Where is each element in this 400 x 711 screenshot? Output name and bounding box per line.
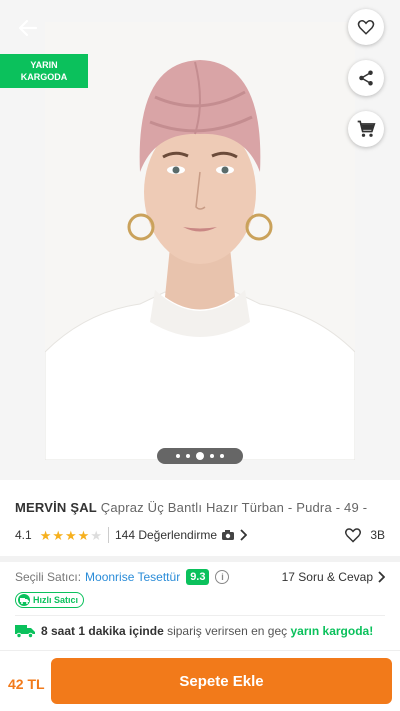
delivery-text: sipariş verirsen en geç (167, 624, 288, 638)
qa-label: 17 Soru & Cevap (281, 570, 373, 584)
back-button[interactable] (14, 14, 42, 42)
rating-value: 4.1 (15, 528, 32, 542)
tomorrow-cargo-badge: YARIN KARGODA (0, 54, 88, 88)
product-gallery[interactable]: YARIN KARGODA (0, 0, 400, 480)
camera-icon (222, 530, 235, 540)
delivery-info: 8 saat 1 dakika içinde sipariş verirsen … (15, 622, 385, 640)
product-title: MERVİN ŞAL Çapraz Üç Bantlı Hazır Türban… (15, 500, 390, 515)
favorite-count[interactable]: 3B (344, 527, 385, 543)
product-name: Çapraz Üç Bantlı Hazır Türban - Pudra - … (100, 500, 368, 515)
badge-line-1: YARIN (30, 60, 58, 70)
shopping-cart-icon (357, 120, 376, 137)
heart-outline-icon (345, 528, 362, 543)
favorite-button[interactable] (348, 9, 384, 45)
badge-line-2: KARGODA (20, 72, 68, 82)
star-icon: ★ (52, 527, 64, 543)
fast-seller-badge: Hızlı Satıcı (15, 592, 85, 608)
gallery-pagination[interactable] (157, 448, 243, 464)
star-empty-icon: ★ (90, 527, 102, 543)
arrow-left-icon (18, 19, 38, 37)
reviews-link[interactable]: 144 Değerlendirme (114, 528, 248, 542)
star-icon: ★ (77, 527, 90, 543)
chevron-right-icon (240, 529, 248, 541)
pagination-dot-active[interactable] (196, 452, 204, 460)
divider (107, 527, 109, 543)
favorite-count-value: 3B (370, 528, 385, 542)
bottom-action-bar: 42 TL Sepete Ekle (0, 650, 400, 711)
product-photo[interactable] (45, 22, 355, 460)
truck-icon (15, 625, 35, 638)
truck-icon (18, 594, 30, 606)
info-icon[interactable]: i (215, 570, 230, 584)
add-to-cart-button[interactable]: Sepete Ekle (51, 658, 392, 704)
divider (15, 615, 385, 616)
fast-seller-label: Hızlı Satıcı (33, 595, 79, 605)
cart-shortcut-button[interactable] (348, 111, 384, 147)
seller-label: Seçili Satıcı: (15, 570, 82, 584)
seller-row: Seçili Satıcı: Moonrise Tesettür 9.3 i 1… (15, 567, 385, 587)
seller-score-badge: 9.3 (186, 569, 210, 585)
delivery-time: 8 saat 1 dakika içinde (41, 624, 164, 638)
brand-name[interactable]: MERVİN ŞAL (15, 500, 97, 515)
heart-icon (357, 20, 375, 35)
rating-stars: ★ ★ ★ ★ ★ (40, 529, 102, 542)
star-icon: ★ (39, 527, 52, 543)
share-icon (359, 70, 373, 86)
star-icon: ★ (65, 527, 77, 543)
reviews-label: 144 Değerlendirme (114, 528, 218, 542)
section-divider (0, 556, 400, 562)
pagination-dot[interactable] (210, 454, 214, 458)
delivery-highlight: yarın kargoda! (290, 624, 374, 638)
product-screen: YARIN KARGODA MERVİN ŞAL Çapraz Üç Bantl… (0, 0, 400, 711)
seller-name-link[interactable]: Moonrise Tesettür (85, 570, 180, 584)
share-button[interactable] (348, 60, 384, 96)
pagination-dot[interactable] (220, 454, 224, 458)
pagination-dot[interactable] (186, 454, 190, 458)
rating-row: 4.1 ★ ★ ★ ★ ★ 144 Değerlendirme 3B (15, 526, 385, 544)
price: 42 TL (8, 676, 45, 692)
pagination-dot[interactable] (176, 454, 180, 458)
chevron-right-icon (378, 571, 385, 583)
questions-answers-link[interactable]: 17 Soru & Cevap (282, 570, 385, 584)
